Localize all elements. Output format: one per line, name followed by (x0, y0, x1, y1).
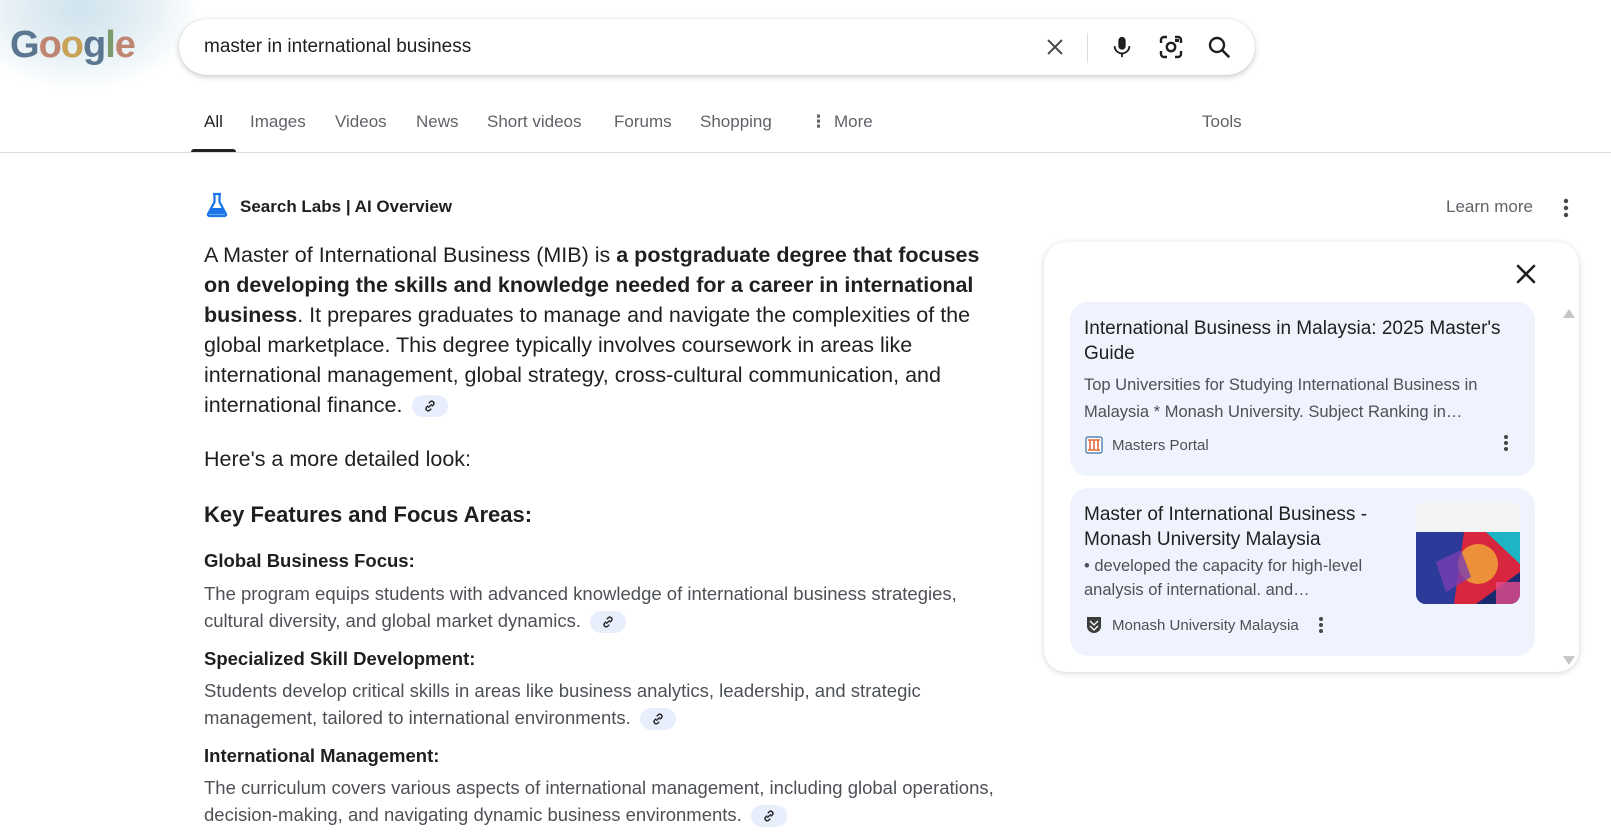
source-thumbnail-image[interactable] (1416, 502, 1520, 604)
search-input[interactable] (204, 34, 984, 60)
search-tabs: All Images Videos News Short videos Foru… (190, 112, 1270, 152)
citation-link-icon[interactable] (750, 805, 787, 828)
detail-intro-text: Here's a more detailed look: (204, 447, 472, 471)
search-box (179, 19, 1255, 75)
source-card-title[interactable]: Master of International Business - Monas… (1084, 502, 1404, 552)
tab-all[interactable]: All (191, 112, 236, 152)
source-card-title[interactable]: International Business in Malaysia: 2025… (1084, 316, 1524, 366)
scroll-up-arrow-icon[interactable] (1562, 306, 1576, 318)
ai-overview-title: Search Labs | AI Overview (240, 197, 453, 216)
source-card[interactable]: International Business in Malaysia: 2025… (1070, 302, 1535, 476)
source-card-snippet: • developed the capacity for high-level … (1084, 557, 1363, 599)
citation-link-icon[interactable] (590, 611, 627, 634)
card-menu-icon[interactable] (1313, 614, 1329, 636)
monash-shield-icon (1084, 615, 1104, 635)
masters-portal-logo-icon (1084, 435, 1104, 455)
tab-more[interactable]: ⋮ More (810, 112, 873, 152)
google-logo[interactable]: Google (10, 24, 136, 67)
tab-short-videos[interactable]: Short videos (487, 112, 582, 152)
tab-news[interactable]: News (416, 112, 459, 152)
search-divider (1087, 33, 1088, 63)
close-icon[interactable] (1510, 258, 1542, 290)
more-vert-icon: ⋮ (810, 112, 827, 131)
tab-videos[interactable]: Videos (335, 112, 387, 152)
tab-shopping[interactable]: Shopping (700, 112, 772, 152)
ai-overview-menu-icon[interactable] (1556, 196, 1576, 220)
source-card-source[interactable]: Monash University Malaysia (1084, 614, 1329, 636)
source-card-snippet: Top Universities for Studying Internatio… (1084, 376, 1478, 421)
tab-forums[interactable]: Forums (614, 112, 672, 152)
citation-link-icon[interactable] (412, 395, 449, 418)
feature-heading: International Management: (204, 745, 440, 766)
feature-description: The curriculum covers various aspects of… (204, 774, 1004, 828)
microphone-icon[interactable] (1108, 33, 1136, 61)
scroll-down-arrow-icon[interactable] (1562, 654, 1576, 666)
learn-more-link[interactable]: Learn more (1446, 197, 1533, 217)
card-menu-icon[interactable] (1498, 432, 1514, 454)
feature-description: Students develop critical skills in area… (204, 677, 1004, 731)
camera-lens-icon[interactable] (1157, 33, 1185, 61)
labs-flask-icon (204, 192, 230, 223)
section-heading: Key Features and Focus Areas: (204, 502, 533, 527)
source-card[interactable]: Master of International Business - Monas… (1070, 488, 1535, 656)
search-icon[interactable] (1205, 33, 1233, 61)
close-icon[interactable] (1041, 33, 1069, 61)
tools-button[interactable]: Tools (1202, 112, 1242, 152)
tab-images[interactable]: Images (250, 112, 306, 152)
feature-heading: Global Business Focus: (204, 550, 415, 571)
ai-overview-intro: A Master of International Business (MIB)… (204, 243, 980, 418)
feature-description: The program equips students with advance… (204, 580, 1004, 634)
ai-overview-header: Search Labs | AI Overview (204, 192, 453, 223)
citation-link-icon[interactable] (639, 708, 676, 731)
ai-overview-body: A Master of International Business (MIB)… (204, 240, 994, 420)
feature-heading: Specialized Skill Development: (204, 648, 476, 669)
tabs-divider (0, 152, 1611, 153)
source-card-source[interactable]: Masters Portal (1084, 435, 1209, 455)
